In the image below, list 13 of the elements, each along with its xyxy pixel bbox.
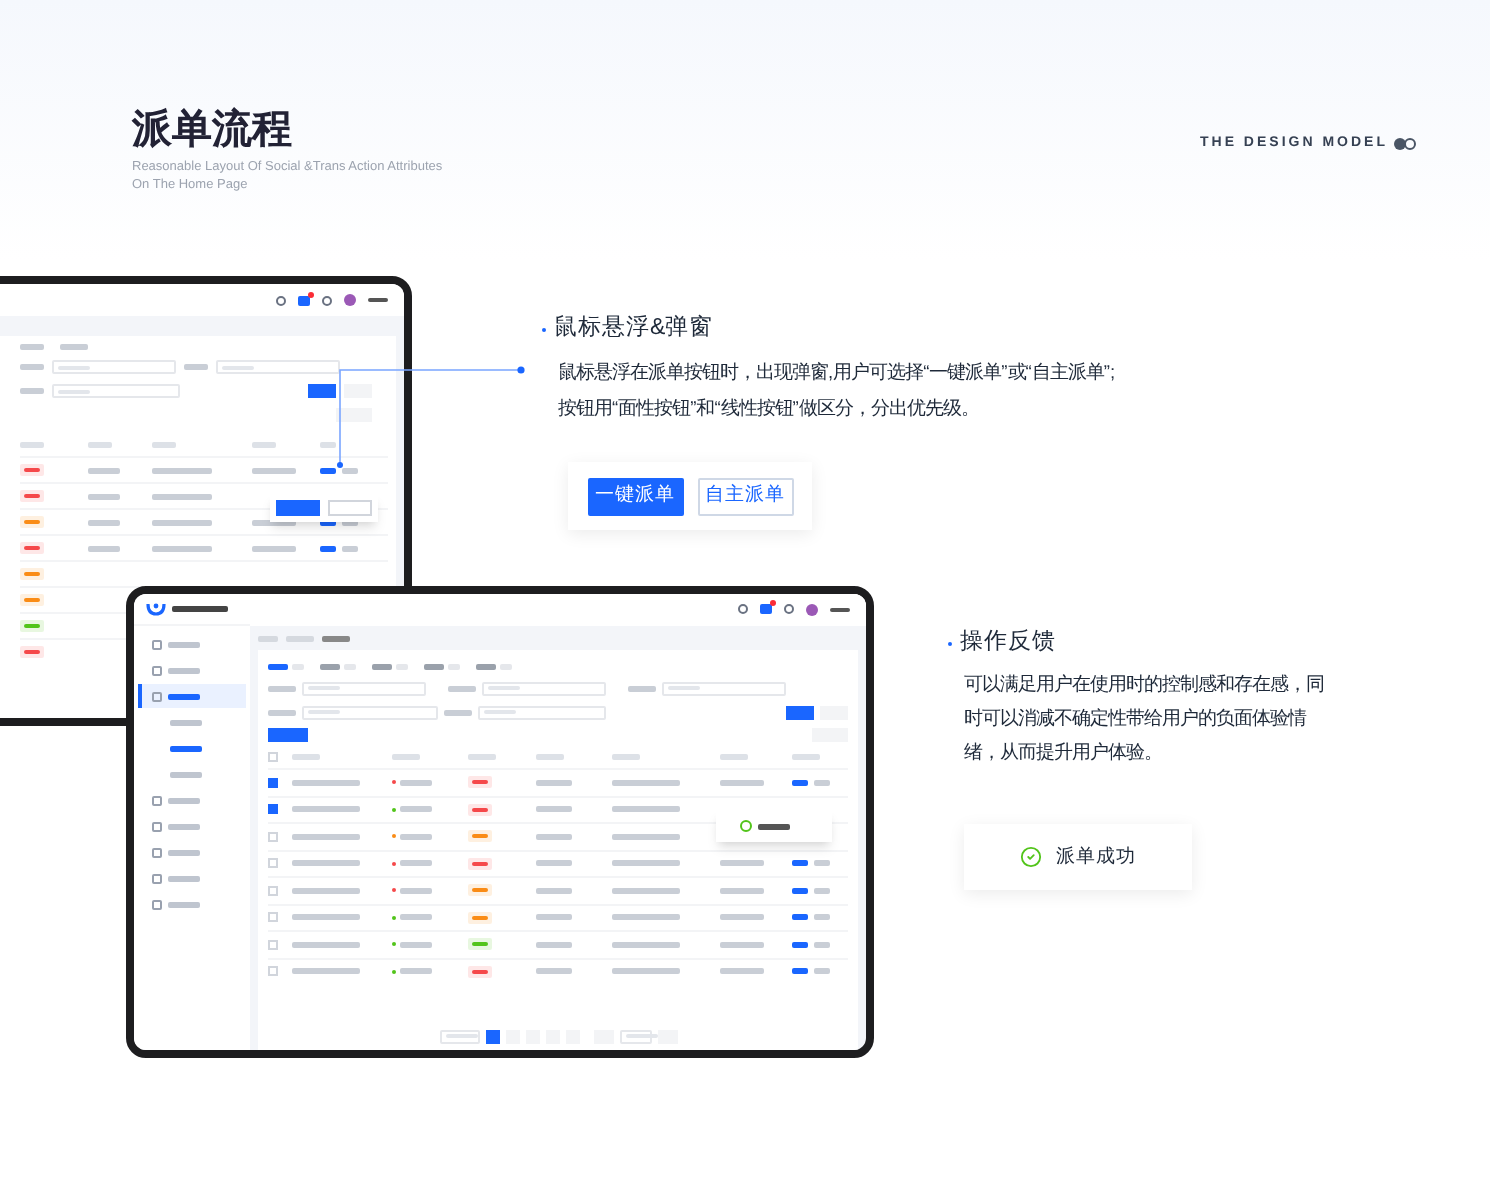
dots-icon	[1394, 138, 1416, 151]
description-text: 可以满足用户在使用时的控制感和存在感，同	[964, 672, 1324, 699]
description-text: 鼠标悬浮在派单按钮时，出现弹窗,用户可选择“一键派单”或“自主派单”;	[558, 360, 1116, 387]
section-title: 鼠标悬浮&弹窗	[554, 312, 714, 344]
section-title: 操作反馈	[960, 627, 1056, 658]
check-circle-icon	[1020, 846, 1042, 869]
description-text: 绪，从而提升用户体验。	[964, 740, 1164, 767]
one-click-dispatch-button[interactable]: 一键派单	[587, 477, 683, 516]
manual-dispatch-button[interactable]: 自主派单	[697, 477, 793, 516]
toast-text: 派单成功	[1056, 843, 1136, 872]
page-title: 派单流程	[132, 105, 294, 156]
description-text: 时可以消减不确定性带给用户的负面体验情	[964, 706, 1309, 733]
description-text: 按钮用“面性按钮”和“线性按钮”做区分，分出优先级。	[558, 396, 981, 423]
